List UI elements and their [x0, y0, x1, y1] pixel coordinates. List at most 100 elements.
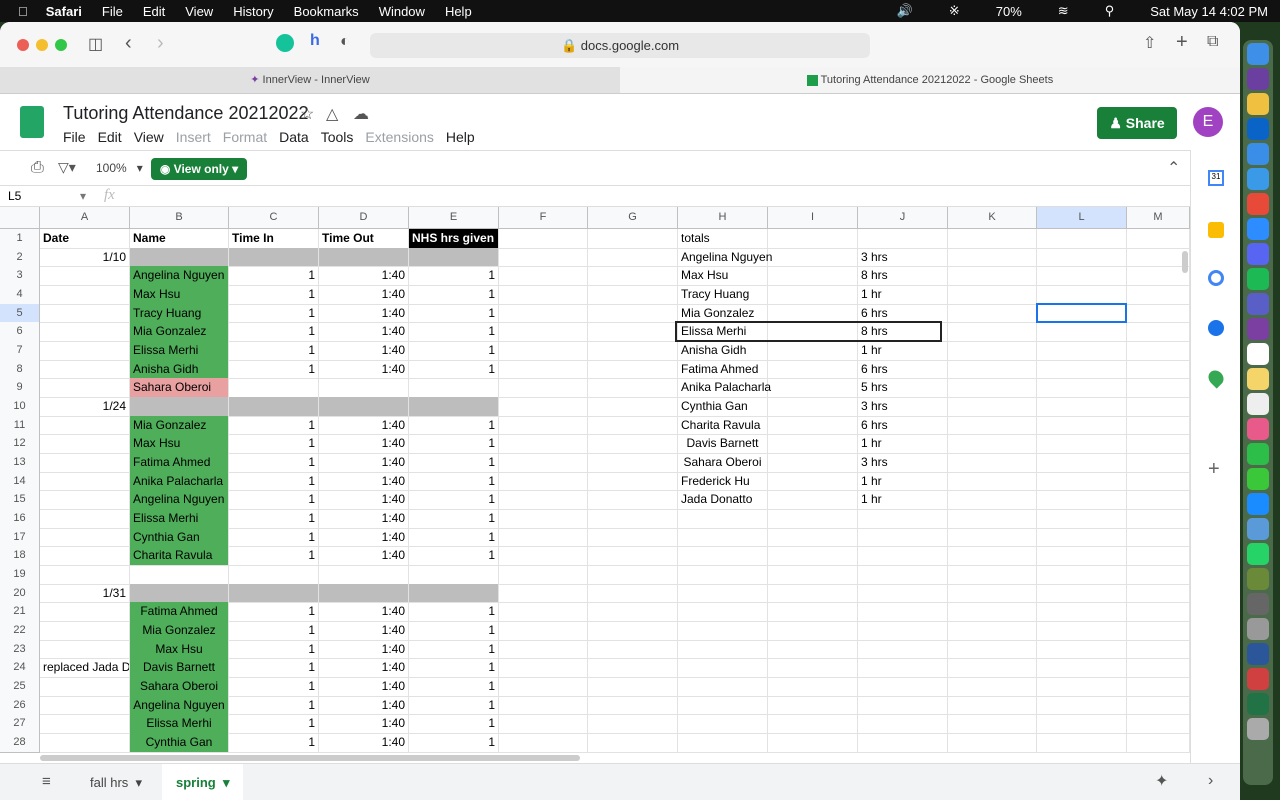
dock-app-icon[interactable] [1247, 418, 1269, 440]
cell-value[interactable]: 1:40 [319, 490, 409, 511]
cell-value[interactable]: 1:40 [319, 527, 409, 548]
sheet-tab-spring[interactable]: spring ▾ [162, 764, 244, 800]
cell-value[interactable]: Tracy Huang [130, 303, 229, 324]
row-header-17[interactable]: 17 [0, 527, 40, 548]
cell-value[interactable]: Charita Ravula [678, 415, 768, 436]
cell-M8[interactable] [1127, 359, 1190, 380]
cell-K18[interactable] [948, 546, 1037, 567]
cell-F24[interactable] [499, 658, 588, 679]
cell-value[interactable]: 1:40 [319, 303, 409, 324]
cell-M10[interactable] [1127, 397, 1190, 417]
cell-value[interactable]: 1 [409, 322, 499, 342]
cell-L2[interactable] [1037, 247, 1127, 268]
cell-value[interactable]: 1 [229, 546, 319, 567]
cell-A26[interactable] [40, 695, 130, 716]
back-icon[interactable]: ‹ [125, 32, 132, 55]
cell-value[interactable]: 1 [409, 434, 499, 455]
cell-M12[interactable] [1127, 434, 1190, 455]
cell-value[interactable] [229, 247, 319, 268]
dock-app-icon[interactable] [1247, 693, 1269, 715]
cell-L23[interactable] [1037, 639, 1127, 660]
cell-I17[interactable] [768, 527, 858, 548]
cell-I14[interactable] [768, 471, 858, 492]
cell-F18[interactable] [499, 546, 588, 567]
cell-K20[interactable] [948, 583, 1037, 604]
cell-I10[interactable] [768, 397, 858, 417]
privacy-shield-icon[interactable]: ◐ [340, 33, 350, 51]
docs-menu-edit[interactable]: Edit [98, 129, 122, 145]
filter-icon[interactable]: ▽▾ [58, 159, 76, 176]
cell-value[interactable]: 1 [229, 266, 319, 286]
all-sheets-icon[interactable]: ≡ [42, 773, 51, 790]
cell-value[interactable]: Max Hsu [678, 266, 768, 286]
row-header-24[interactable]: 24 [0, 658, 40, 679]
column-header-I[interactable]: I [768, 207, 858, 229]
cell-J21[interactable] [858, 602, 948, 623]
name-box[interactable]: L5 [8, 189, 21, 203]
cell-value[interactable]: 1 [229, 677, 319, 697]
cell-C19[interactable] [229, 565, 319, 585]
cell-value[interactable]: 1 [229, 621, 319, 641]
wifi-icon[interactable]: ≋ [1058, 3, 1069, 19]
cell-value[interactable]: 1 [229, 714, 319, 735]
cell-value[interactable]: Sahara Oberoi [130, 677, 229, 697]
docs-menu-tools[interactable]: Tools [321, 129, 354, 145]
row-header-12[interactable]: 12 [0, 434, 40, 455]
dock-app-icon[interactable] [1247, 643, 1269, 665]
cell-A5[interactable] [40, 303, 130, 324]
cell-H27[interactable] [678, 714, 768, 735]
menu-view[interactable]: View [185, 4, 213, 19]
cell-G11[interactable] [588, 415, 678, 436]
row-header-9[interactable]: 9 [0, 378, 40, 399]
row-header-27[interactable]: 27 [0, 714, 40, 735]
cell-F11[interactable] [499, 415, 588, 436]
cell-I25[interactable] [768, 677, 858, 697]
cell-M13[interactable] [1127, 453, 1190, 473]
cell-I23[interactable] [768, 639, 858, 660]
explore-icon[interactable]: ✦ [1155, 771, 1168, 791]
cell-value[interactable] [229, 397, 319, 417]
cell-value[interactable]: 1 [409, 639, 499, 660]
column-header-K[interactable]: K [948, 207, 1037, 229]
cell-value[interactable]: 1 [409, 658, 499, 679]
cell-H24[interactable] [678, 658, 768, 679]
cell-H17[interactable] [678, 527, 768, 548]
cell-K1[interactable] [948, 229, 1037, 249]
cell-value[interactable]: 1 [229, 359, 319, 380]
cell-L11[interactable] [1037, 415, 1127, 436]
cell-A7[interactable] [40, 341, 130, 361]
cell-G6[interactable] [588, 322, 678, 342]
dock-app-icon[interactable] [1247, 368, 1269, 390]
cell-M27[interactable] [1127, 714, 1190, 735]
cell-M19[interactable] [1127, 565, 1190, 585]
cell-value[interactable] [319, 397, 409, 417]
dock-app-icon[interactable] [1247, 518, 1269, 540]
cell-value[interactable]: Davis Barnett [130, 658, 229, 679]
row-header-23[interactable]: 23 [0, 639, 40, 660]
add-addon-icon[interactable]: + [1208, 458, 1220, 481]
cell-E9[interactable] [409, 378, 499, 399]
cell-L25[interactable] [1037, 677, 1127, 697]
cell-L26[interactable] [1037, 695, 1127, 716]
row-header-22[interactable]: 22 [0, 621, 40, 641]
dock-app-icon[interactable] [1247, 493, 1269, 515]
cell-value[interactable]: 1 [229, 527, 319, 548]
zoom-select[interactable]: 100% ▾ [96, 161, 143, 175]
dock-app-icon[interactable] [1247, 218, 1269, 240]
zoom-window-button[interactable] [55, 39, 67, 51]
cell-value[interactable]: 1:40 [319, 359, 409, 380]
cell-value[interactable]: Anisha Gidh [130, 359, 229, 380]
cell-F3[interactable] [499, 266, 588, 286]
share-button[interactable]: ♟ Share [1097, 107, 1177, 139]
cell-value[interactable]: 1:40 [319, 639, 409, 660]
cell-J26[interactable] [858, 695, 948, 716]
cell-F21[interactable] [499, 602, 588, 623]
cell-G9[interactable] [588, 378, 678, 399]
cell-value[interactable]: 3 hrs [858, 453, 948, 473]
cell-H16[interactable] [678, 509, 768, 529]
column-header-B[interactable]: B [130, 207, 229, 229]
cell-K19[interactable] [948, 565, 1037, 585]
cell-G12[interactable] [588, 434, 678, 455]
cell-value[interactable]: 1:40 [319, 415, 409, 436]
cell-A11[interactable] [40, 415, 130, 436]
